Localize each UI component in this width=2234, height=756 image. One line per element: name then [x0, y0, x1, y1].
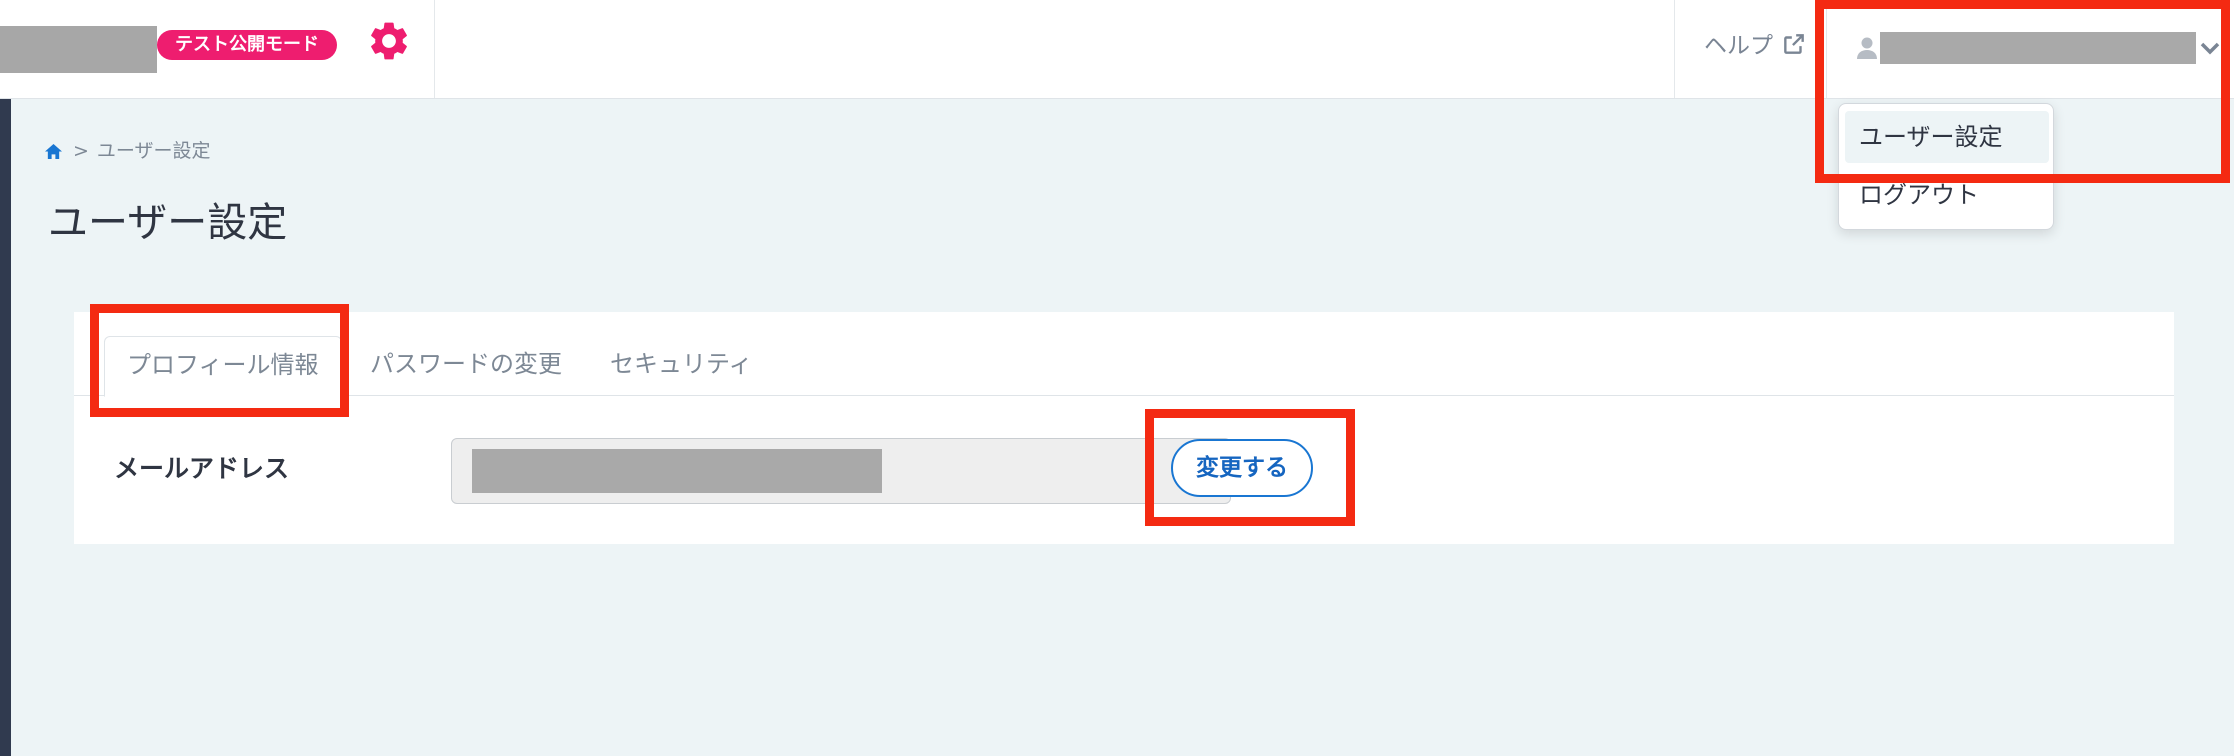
breadcrumb-separator: >	[73, 140, 89, 162]
tab-password[interactable]: パスワードの変更	[370, 336, 562, 396]
header-divider	[1674, 0, 1675, 98]
breadcrumb-current: ユーザー設定	[96, 140, 211, 162]
test-mode-badge: テスト公開モード	[157, 30, 337, 60]
highlight-profile-tab	[90, 304, 349, 417]
gear-icon[interactable]	[366, 18, 412, 64]
external-link-icon	[1781, 31, 1807, 57]
sidebar-edge	[0, 99, 11, 756]
email-label: メールアドレス	[114, 454, 290, 483]
highlight-user-menu	[1815, 0, 2230, 183]
header-divider	[434, 0, 435, 98]
logo-redacted	[0, 26, 157, 73]
highlight-change-button	[1145, 409, 1355, 526]
help-link[interactable]: ヘルプ	[1704, 28, 1807, 64]
tab-bar: プロフィール情報 パスワードの変更 セキュリティ	[74, 312, 2174, 397]
tab-security[interactable]: セキュリティ	[610, 336, 753, 396]
help-label: ヘルプ	[1704, 33, 1773, 59]
breadcrumb: > ユーザー設定	[44, 136, 211, 162]
email-field[interactable]	[451, 438, 1231, 504]
page-title: ユーザー設定	[48, 200, 288, 246]
email-value-redacted	[472, 449, 882, 493]
home-icon[interactable]	[44, 140, 63, 162]
settings-card: プロフィール情報 パスワードの変更 セキュリティ メールアドレス 変更する	[74, 312, 2174, 544]
